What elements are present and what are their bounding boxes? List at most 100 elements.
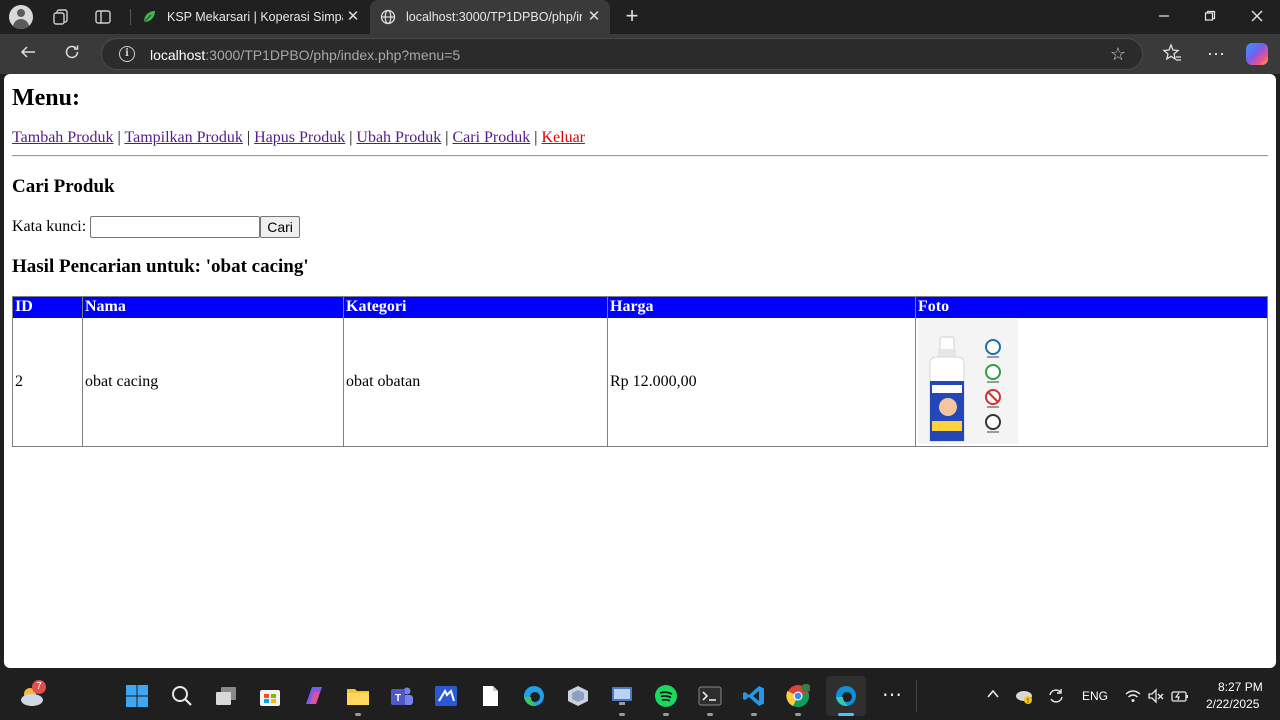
search-icon[interactable] (170, 684, 194, 708)
visual-studio-code-alt-icon[interactable] (434, 684, 458, 708)
leaf-favicon-icon (141, 9, 157, 25)
task-view-icon[interactable] (214, 684, 238, 708)
header-id: ID (12, 296, 83, 318)
running-indicator (751, 713, 757, 716)
battery-icon[interactable] (1171, 687, 1189, 705)
start-windows-icon[interactable] (125, 684, 149, 708)
cell-nama: obat cacing (82, 317, 344, 447)
search-button[interactable]: Cari (260, 216, 300, 238)
settings-more-icon[interactable]: ⋯ (1205, 43, 1227, 65)
site-info-icon[interactable]: i (119, 46, 135, 62)
svg-text:!: ! (1027, 698, 1029, 705)
nav-tambah-produk[interactable]: Tambah Produk (12, 129, 114, 146)
tab-actions-icon[interactable] (94, 8, 112, 26)
tab-ksp-mekarsari[interactable]: KSP Mekarsari | Koperasi Simpan Pinjam ✕ (131, 0, 369, 34)
language-indicator[interactable]: ENG (1082, 689, 1108, 703)
restore-icon[interactable] (1199, 6, 1221, 28)
search-section-title: Cari Produk (12, 176, 115, 197)
refresh-icon[interactable] (61, 43, 83, 65)
workspaces-icon[interactable] (52, 8, 70, 26)
divider (12, 155, 1268, 157)
close-window-icon[interactable] (1246, 6, 1268, 28)
search-form: Kata kunci: Cari (12, 216, 300, 238)
nav-separator: | (534, 129, 538, 146)
running-indicator (707, 713, 713, 716)
svg-text:T: T (395, 693, 401, 704)
nav-cari-produk[interactable]: Cari Produk (452, 129, 530, 146)
wifi-icon[interactable] (1124, 687, 1142, 705)
browser-toolbar: i localhost:3000/TP1DPBO/php/index.php?m… (0, 34, 1280, 74)
search-result-title: Hasil Pencarian untuk: 'obat cacing' (12, 256, 309, 277)
running-indicator (663, 713, 669, 716)
nav-separator: | (445, 129, 449, 146)
terminal-icon[interactable] (698, 684, 722, 708)
menu-heading: Menu: (12, 85, 80, 111)
search-input[interactable] (90, 216, 261, 238)
back-icon[interactable] (17, 43, 39, 65)
search-label: Kata kunci: (12, 218, 87, 235)
header-foto: Foto (915, 296, 1268, 318)
minimize-icon[interactable] (1153, 6, 1175, 28)
weather-icon[interactable]: 7 (18, 680, 46, 708)
windows-taskbar: 7 T ⋯ ! ENG 8:27 PM 2/22/2025 (0, 672, 1280, 720)
edge-beta-icon[interactable] (522, 684, 546, 708)
more-apps-icon[interactable]: ⋯ (880, 684, 904, 708)
favorites-icon[interactable] (1161, 43, 1183, 65)
clock-time[interactable]: 8:27 PM (1218, 680, 1263, 694)
show-hidden-icons-icon[interactable] (984, 687, 1002, 705)
microsoft-store-icon[interactable] (258, 684, 282, 708)
running-indicator (355, 713, 361, 716)
header-kategori: Kategori (343, 296, 608, 318)
cell-kategori: obat obatan (343, 317, 608, 447)
main-nav: Tambah Produk | Tampilkan Produk | Hapus… (12, 129, 585, 147)
favorite-star-icon[interactable]: ☆ (1108, 44, 1128, 64)
notepad-document-icon[interactable] (478, 684, 502, 708)
address-bar[interactable]: i localhost:3000/TP1DPBO/php/index.php?m… (101, 38, 1143, 70)
clock-date[interactable]: 2/22/2025 (1206, 697, 1259, 711)
url-text[interactable]: localhost:3000/TP1DPBO/php/index.php?men… (150, 47, 460, 63)
tab-title: KSP Mekarsari | Koperasi Simpan Pinjam (167, 10, 343, 24)
browser-titlebar: KSP Mekarsari | Koperasi Simpan Pinjam ✕… (0, 0, 1280, 34)
nav-hapus-produk[interactable]: Hapus Produk (254, 129, 345, 146)
chrome-icon[interactable] (786, 683, 811, 708)
nav-separator: | (246, 129, 251, 146)
teams-icon[interactable]: T (390, 684, 414, 708)
page-viewport: Menu: Tambah Produk | Tampilkan Produk |… (4, 74, 1276, 668)
close-tab-icon[interactable]: ✕ (345, 9, 361, 25)
volume-muted-icon[interactable] (1147, 687, 1165, 705)
remote-desktop-icon[interactable] (610, 684, 634, 708)
tab-title: localhost:3000/TP1DPBO/php/index.php?men… (406, 10, 582, 24)
nav-separator: | (349, 129, 353, 146)
virtualbox-icon[interactable] (566, 684, 590, 708)
running-indicator (795, 713, 801, 716)
file-explorer-icon[interactable] (346, 684, 370, 708)
active-indicator (838, 713, 854, 716)
taskbar-divider (916, 680, 917, 712)
nav-ubah-produk[interactable]: Ubah Produk (356, 129, 441, 146)
edge-icon[interactable] (834, 684, 858, 708)
header-nama: Nama (82, 296, 344, 318)
results-table: ID Nama Kategori Harga Foto 2 obat cacin… (12, 296, 1268, 447)
new-tab-icon[interactable]: + (620, 4, 644, 28)
globe-icon (380, 9, 396, 25)
onedrive-warning-icon[interactable]: ! (1015, 687, 1033, 705)
nav-separator: | (117, 129, 121, 146)
cell-foto (915, 317, 1268, 447)
table-row: 2 obat cacing obat obatan Rp 12.000,00 (12, 317, 1268, 447)
spotify-icon[interactable] (654, 684, 678, 708)
profile-avatar-icon[interactable] (9, 5, 33, 29)
close-tab-icon[interactable]: ✕ (586, 9, 602, 25)
header-harga: Harga (607, 296, 916, 318)
copilot-icon[interactable] (1246, 43, 1268, 65)
copilot-app-icon[interactable] (302, 684, 326, 708)
product-bottle-image (918, 319, 1018, 445)
nav-keluar[interactable]: Keluar (541, 129, 585, 146)
table-header-row: ID Nama Kategori Harga Foto (12, 296, 1268, 318)
tab-localhost[interactable]: localhost:3000/TP1DPBO/php/index.php?men… (370, 0, 610, 34)
product-photo (918, 319, 1018, 445)
running-indicator (619, 713, 625, 716)
sync-icon[interactable] (1047, 687, 1065, 705)
vscode-icon[interactable] (742, 684, 766, 708)
cell-id: 2 (12, 317, 83, 447)
nav-tampilkan-produk[interactable]: Tampilkan Produk (124, 129, 242, 146)
